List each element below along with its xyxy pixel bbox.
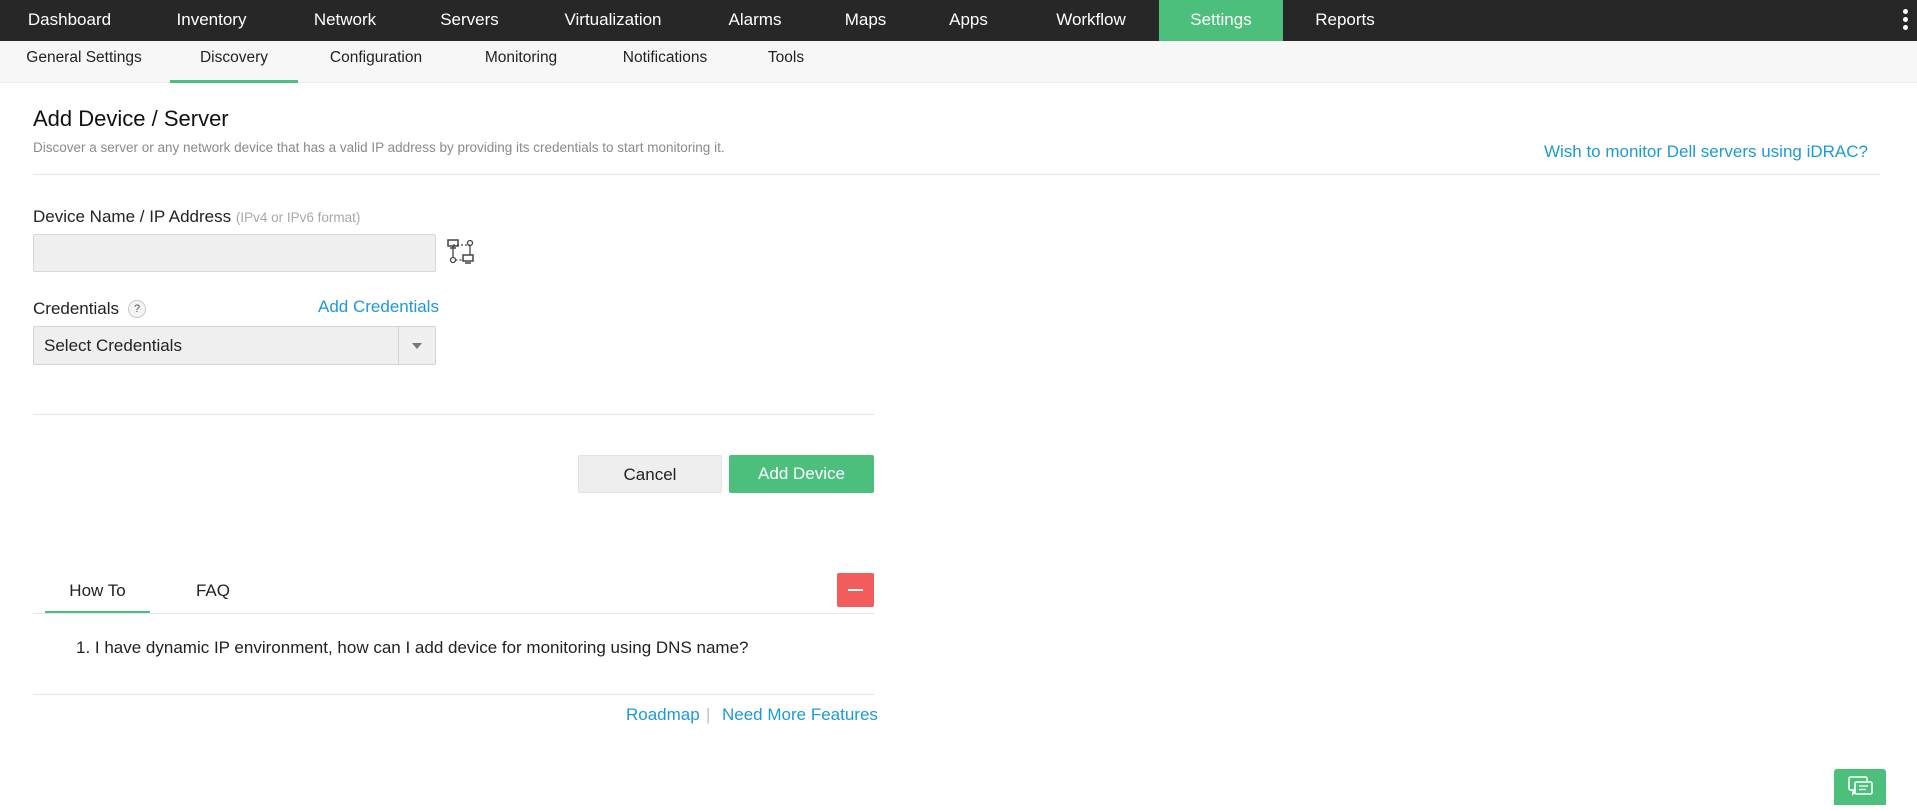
subnav-tools[interactable]: Tools: [750, 41, 822, 83]
credentials-label: Credentials: [33, 299, 119, 318]
nav-servers[interactable]: Servers: [406, 0, 533, 41]
chat-icon: [1848, 776, 1873, 796]
add-device-button[interactable]: Add Device: [729, 455, 874, 493]
nav-virtualization[interactable]: Virtualization: [533, 0, 693, 41]
tab-faq[interactable]: FAQ: [178, 571, 248, 613]
minus-icon: [848, 589, 863, 591]
settings-subnavigation: General Settings Discovery Configuration…: [0, 41, 1917, 83]
nav-maps[interactable]: Maps: [817, 0, 914, 41]
nav-settings[interactable]: Settings: [1159, 0, 1283, 41]
nav-network[interactable]: Network: [284, 0, 406, 41]
dropdown-arrow-icon[interactable]: [398, 327, 435, 364]
collapse-button[interactable]: [837, 573, 874, 607]
device-name-label-text: Device Name / IP Address: [33, 207, 232, 226]
chat-button[interactable]: [1834, 769, 1886, 805]
credentials-select[interactable]: Select Credentials: [33, 326, 436, 365]
page-title: Add Device / Server: [33, 106, 229, 131]
how-to-item[interactable]: 1. I have dynamic IP environment, how ca…: [76, 638, 749, 658]
nav-reports[interactable]: Reports: [1283, 0, 1407, 41]
need-more-features-link[interactable]: Need More Features: [722, 705, 878, 725]
header-divider: [33, 174, 1880, 175]
subnav-notifications[interactable]: Notifications: [605, 41, 725, 83]
form-divider: [33, 414, 874, 415]
nav-apps[interactable]: Apps: [914, 0, 1023, 41]
subnav-configuration[interactable]: Configuration: [312, 41, 440, 83]
add-credentials-link[interactable]: Add Credentials: [318, 297, 439, 317]
top-navigation: Dashboard Inventory Network Servers Virt…: [0, 0, 1917, 41]
more-vertical-icon[interactable]: [1901, 9, 1909, 33]
tabs-divider: [33, 613, 874, 614]
idrac-link[interactable]: Wish to monitor Dell servers using iDRAC…: [1544, 142, 1868, 162]
cancel-button[interactable]: Cancel: [578, 455, 722, 493]
help-icon[interactable]: ?: [128, 300, 146, 318]
subnav-discovery[interactable]: Discovery: [170, 41, 298, 83]
page-description: Discover a server or any network device …: [33, 140, 725, 155]
device-name-hint: (IPv4 or IPv6 format): [235, 210, 361, 225]
help-panel-divider: [33, 694, 874, 695]
roadmap-link[interactable]: Roadmap: [626, 705, 700, 725]
nav-workflow[interactable]: Workflow: [1023, 0, 1159, 41]
network-discovery-icon[interactable]: [446, 237, 476, 267]
credentials-select-value: Select Credentials: [44, 336, 182, 355]
tab-how-to[interactable]: How To: [45, 571, 150, 613]
device-name-label: Device Name / IP Address (IPv4 or IPv6 f…: [33, 207, 360, 227]
subnav-monitoring[interactable]: Monitoring: [462, 41, 580, 83]
nav-inventory[interactable]: Inventory: [139, 0, 284, 41]
device-name-input[interactable]: [33, 234, 436, 272]
subnav-general-settings[interactable]: General Settings: [10, 41, 158, 83]
footer-separator: |: [706, 705, 711, 724]
nav-alarms[interactable]: Alarms: [693, 0, 817, 41]
nav-dashboard[interactable]: Dashboard: [0, 0, 139, 41]
